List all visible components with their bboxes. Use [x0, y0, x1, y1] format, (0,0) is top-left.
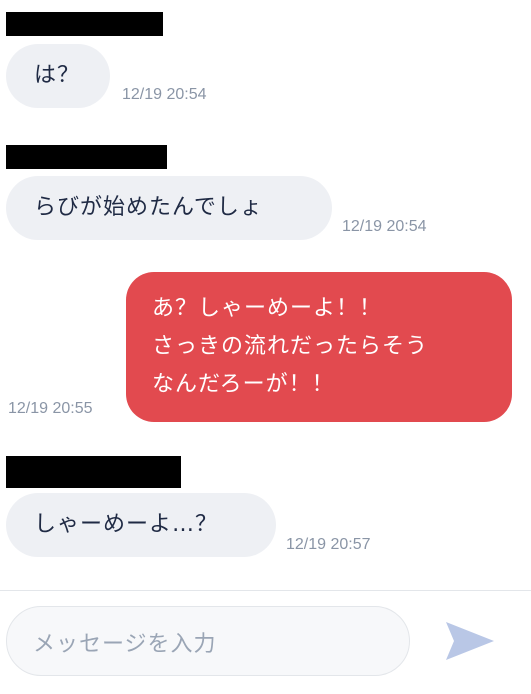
message-bubble[interactable]: らびが始めたんでしょ [6, 176, 332, 240]
message-timestamp: 12/19 20:55 [8, 400, 93, 417]
message-bubble[interactable]: しゃーめーよ…？ [6, 493, 276, 557]
message-input-placeholder: メッセージを入力 [33, 632, 217, 657]
message-line: さっきの流れだったらそう [152, 334, 429, 359]
composer-divider [0, 590, 531, 591]
send-icon [446, 622, 494, 660]
send-button[interactable] [436, 614, 500, 668]
message-timestamp: 12/19 20:54 [342, 218, 427, 235]
sender-name-redacted [6, 145, 167, 169]
message-text: しゃーめーよ…？ [34, 512, 219, 537]
message-text: らびが始めたんでしょ [34, 195, 263, 220]
message-text: は？ [34, 63, 81, 88]
message-timestamp: 12/19 20:54 [122, 86, 207, 103]
message-timestamp: 12/19 20:57 [286, 536, 371, 553]
sender-name-redacted [6, 456, 181, 488]
sender-name-redacted [6, 12, 163, 36]
message-line: あ？しゃーめーよ！！ [152, 296, 383, 321]
message-bubble[interactable]: は？ [6, 44, 110, 108]
message-input[interactable]: メッセージを入力 [6, 606, 410, 676]
message-line: なんだろーが！！ [152, 372, 335, 397]
message-bubble-outgoing[interactable]: あ？しゃーめーよ！！ さっきの流れだったらそう なんだろーが！！ [126, 272, 512, 422]
